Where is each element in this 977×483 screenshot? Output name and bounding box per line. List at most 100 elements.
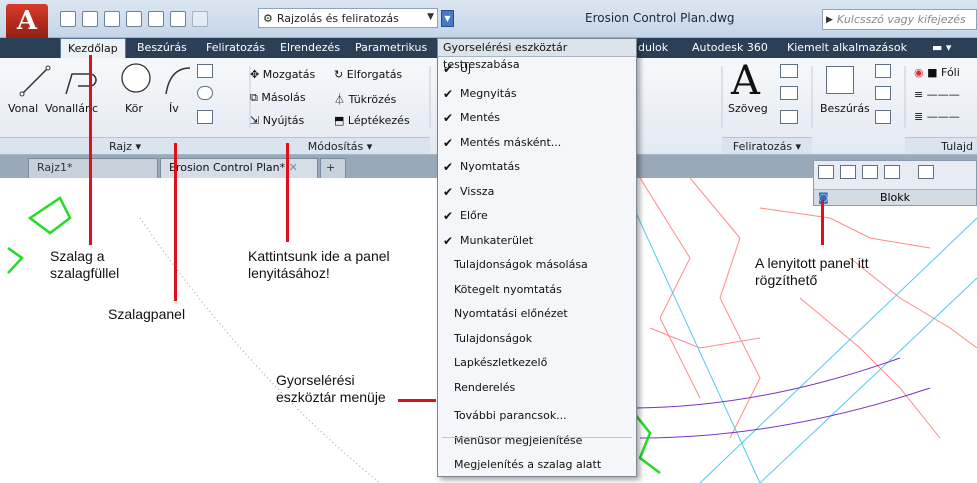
menu-item[interactable]: Renderelés — [438, 377, 636, 399]
block-edit-icon[interactable] — [875, 86, 891, 100]
attribute-edit-icon[interactable] — [875, 110, 891, 124]
menu-item-label: Megjelenítés a szalag alatt — [454, 458, 602, 471]
search-input[interactable]: ▶ Kulcsszó vagy kifejezés — [822, 9, 977, 30]
menu-item-label: Nyomtatási előnézet — [454, 307, 568, 320]
block-insert-icon[interactable] — [826, 66, 854, 94]
print-icon[interactable] — [148, 11, 164, 27]
open-icon[interactable] — [82, 11, 98, 27]
menu-item-label: Renderelés — [454, 380, 516, 394]
qat-customize-button[interactable]: ▼ — [441, 10, 454, 27]
tab-modulok[interactable]: dulok — [638, 38, 668, 58]
leptekezes-label: Léptékezés — [347, 114, 410, 127]
beszuras-button[interactable]: Beszúrás — [820, 102, 870, 115]
elforgatas-button[interactable]: ↻ Elforgatás — [334, 68, 402, 81]
close-icon[interactable]: ✕ — [289, 161, 298, 174]
feliratozas-panel-title[interactable]: Feliratozás ▾ — [722, 137, 812, 154]
tulajdonsagok-panel-title[interactable]: Tulajd — [905, 137, 977, 154]
menu-item[interactable]: Kötegelt nyomtatás — [438, 279, 636, 301]
mozgatas-button[interactable]: ✥ Mozgatás — [250, 68, 315, 81]
menu-item[interactable]: Nyomtatási előnézet — [438, 303, 636, 325]
checkmark-icon: ✔ — [443, 209, 454, 223]
tab-beszuras[interactable]: Beszúrás — [137, 38, 187, 58]
nyujtas-button[interactable]: ⇲ Nyújtás — [250, 114, 304, 127]
save-icon[interactable] — [104, 11, 120, 27]
leader-icon[interactable] — [780, 86, 798, 100]
checkmark-icon: ✔ — [443, 160, 454, 174]
menu-item-label: Új — [460, 62, 472, 75]
annotation-line-pinned — [821, 200, 824, 245]
color-wheel-icon: ◉ — [914, 66, 924, 79]
tab-parametrikus[interactable]: Parametrikus — [355, 38, 427, 58]
kor-button[interactable]: Kör — [125, 102, 143, 115]
tab-kiemelt[interactable]: Kiemelt alkalmazások — [787, 38, 907, 58]
szoveg-button[interactable]: Szöveg — [728, 102, 768, 115]
doc-tab-rajz1[interactable]: Rajz1* — [28, 158, 158, 178]
linetype-control[interactable]: ≡ ——— — [914, 88, 960, 101]
layer-color-control[interactable]: ◉ ■ Fóli — [914, 66, 960, 79]
search-arrow-icon: ▶ — [826, 14, 833, 25]
table-icon[interactable] — [780, 110, 798, 124]
chevron-down-icon: ▼ — [427, 12, 434, 22]
lineweight-control[interactable]: ≣ ——— — [914, 110, 960, 123]
modositas-title: Módosítás — [307, 140, 364, 153]
tab-autodesk-360[interactable]: Autodesk 360 — [692, 38, 768, 58]
menu-item[interactable]: ✔ Vissza — [438, 181, 636, 203]
ellipse-icon[interactable] — [197, 86, 213, 100]
masolas-button[interactable]: ⧉ Másolás — [250, 91, 306, 105]
vonal-button[interactable]: Vonal — [8, 102, 38, 115]
hatch-icon[interactable] — [197, 110, 213, 124]
annotation-tab-line2: szalagfüllel — [50, 265, 120, 281]
application-menu-button[interactable]: A — [6, 4, 48, 40]
menu-item[interactable]: ✔ Nyomtatás — [438, 156, 636, 178]
block-tool-icon[interactable] — [884, 165, 900, 179]
annotation-pinned-line1: A lenyitott panel itt — [755, 255, 869, 271]
redo-icon[interactable] — [192, 11, 208, 27]
save-as-icon[interactable] — [126, 11, 142, 27]
tukrozes-button[interactable]: ⏃ Tükrözés — [334, 91, 396, 107]
block-tool-icon[interactable] — [862, 165, 878, 179]
menu-item[interactable]: ✔ Mentés — [438, 107, 636, 129]
menu-item[interactable]: ✔ Új — [438, 58, 636, 80]
annotation-expand-line1: Kattintsunk ide a panel — [248, 248, 390, 264]
rajz-panel-title[interactable]: Rajz ▾ — [0, 137, 250, 154]
dimension-icon[interactable] — [780, 64, 798, 78]
modositas-panel-title[interactable]: Módosítás ▾ — [250, 137, 430, 154]
tab-feliratozas[interactable]: Feliratozás — [206, 38, 265, 58]
workspace-dropdown[interactable]: ⚙ Rajzolás és feliratozás ▼ — [258, 8, 438, 28]
menu-item[interactable]: ✔ Munkaterület — [438, 230, 636, 252]
menu-item[interactable]: ✔ Mentés másként... — [438, 132, 636, 154]
menu-item[interactable]: Tulajdonságok másolása — [438, 254, 636, 276]
menu-item-label: Tulajdonságok — [454, 331, 533, 345]
menu-item[interactable]: Tulajdonságok — [438, 328, 636, 350]
block-tool-icon[interactable] — [818, 165, 834, 179]
undo-icon[interactable] — [170, 11, 186, 27]
tab-kezdolap[interactable]: Kezdőlap — [60, 38, 126, 58]
annotation-line-qat — [398, 399, 436, 402]
tab-elrendezes[interactable]: Elrendezés — [280, 38, 340, 58]
menu-item[interactable]: Megjelenítés a szalag alatt — [438, 454, 636, 476]
nyujtas-label: Nyújtás — [262, 114, 305, 127]
leptekezes-button[interactable]: ⬒ Léptékezés — [334, 114, 410, 127]
doc-tab-erosion[interactable]: Erosion Control Plan* ✕ — [160, 158, 318, 178]
move-icon: ✥ — [250, 68, 263, 81]
menu-item[interactable]: ✔ Megnyitás — [438, 83, 636, 105]
new-icon[interactable] — [60, 11, 76, 27]
mozgatas-label: Mozgatás — [262, 68, 316, 81]
menu-item[interactable]: További parancsok... — [438, 405, 636, 427]
menu-item[interactable]: Lapkészletkezelő — [438, 352, 636, 374]
block-tool-icon[interactable] — [918, 165, 934, 179]
menu-item[interactable]: Menüsor megjelenítése — [438, 430, 636, 452]
menu-item[interactable]: ✔ Előre — [438, 205, 636, 227]
tab-options-icon[interactable]: ▬ ▾ — [932, 38, 951, 58]
qat-customize-menu: Gyorselérési eszköztár testreszabása ✔ Új… — [437, 38, 637, 477]
text-icon[interactable]: A — [731, 58, 760, 104]
block-create-icon[interactable] — [875, 64, 891, 78]
menu-item-label: Nyomtatás — [460, 160, 521, 173]
new-tab-button[interactable]: + — [320, 158, 346, 178]
menu-item-label: Kötegelt nyomtatás — [454, 282, 562, 296]
rectangle-icon[interactable] — [197, 64, 213, 78]
iv-button[interactable]: Ív — [169, 102, 179, 115]
mirror-icon: ⏃ — [334, 93, 349, 106]
checkmark-icon: ✔ — [443, 184, 454, 199]
block-tool-icon[interactable] — [840, 165, 856, 179]
